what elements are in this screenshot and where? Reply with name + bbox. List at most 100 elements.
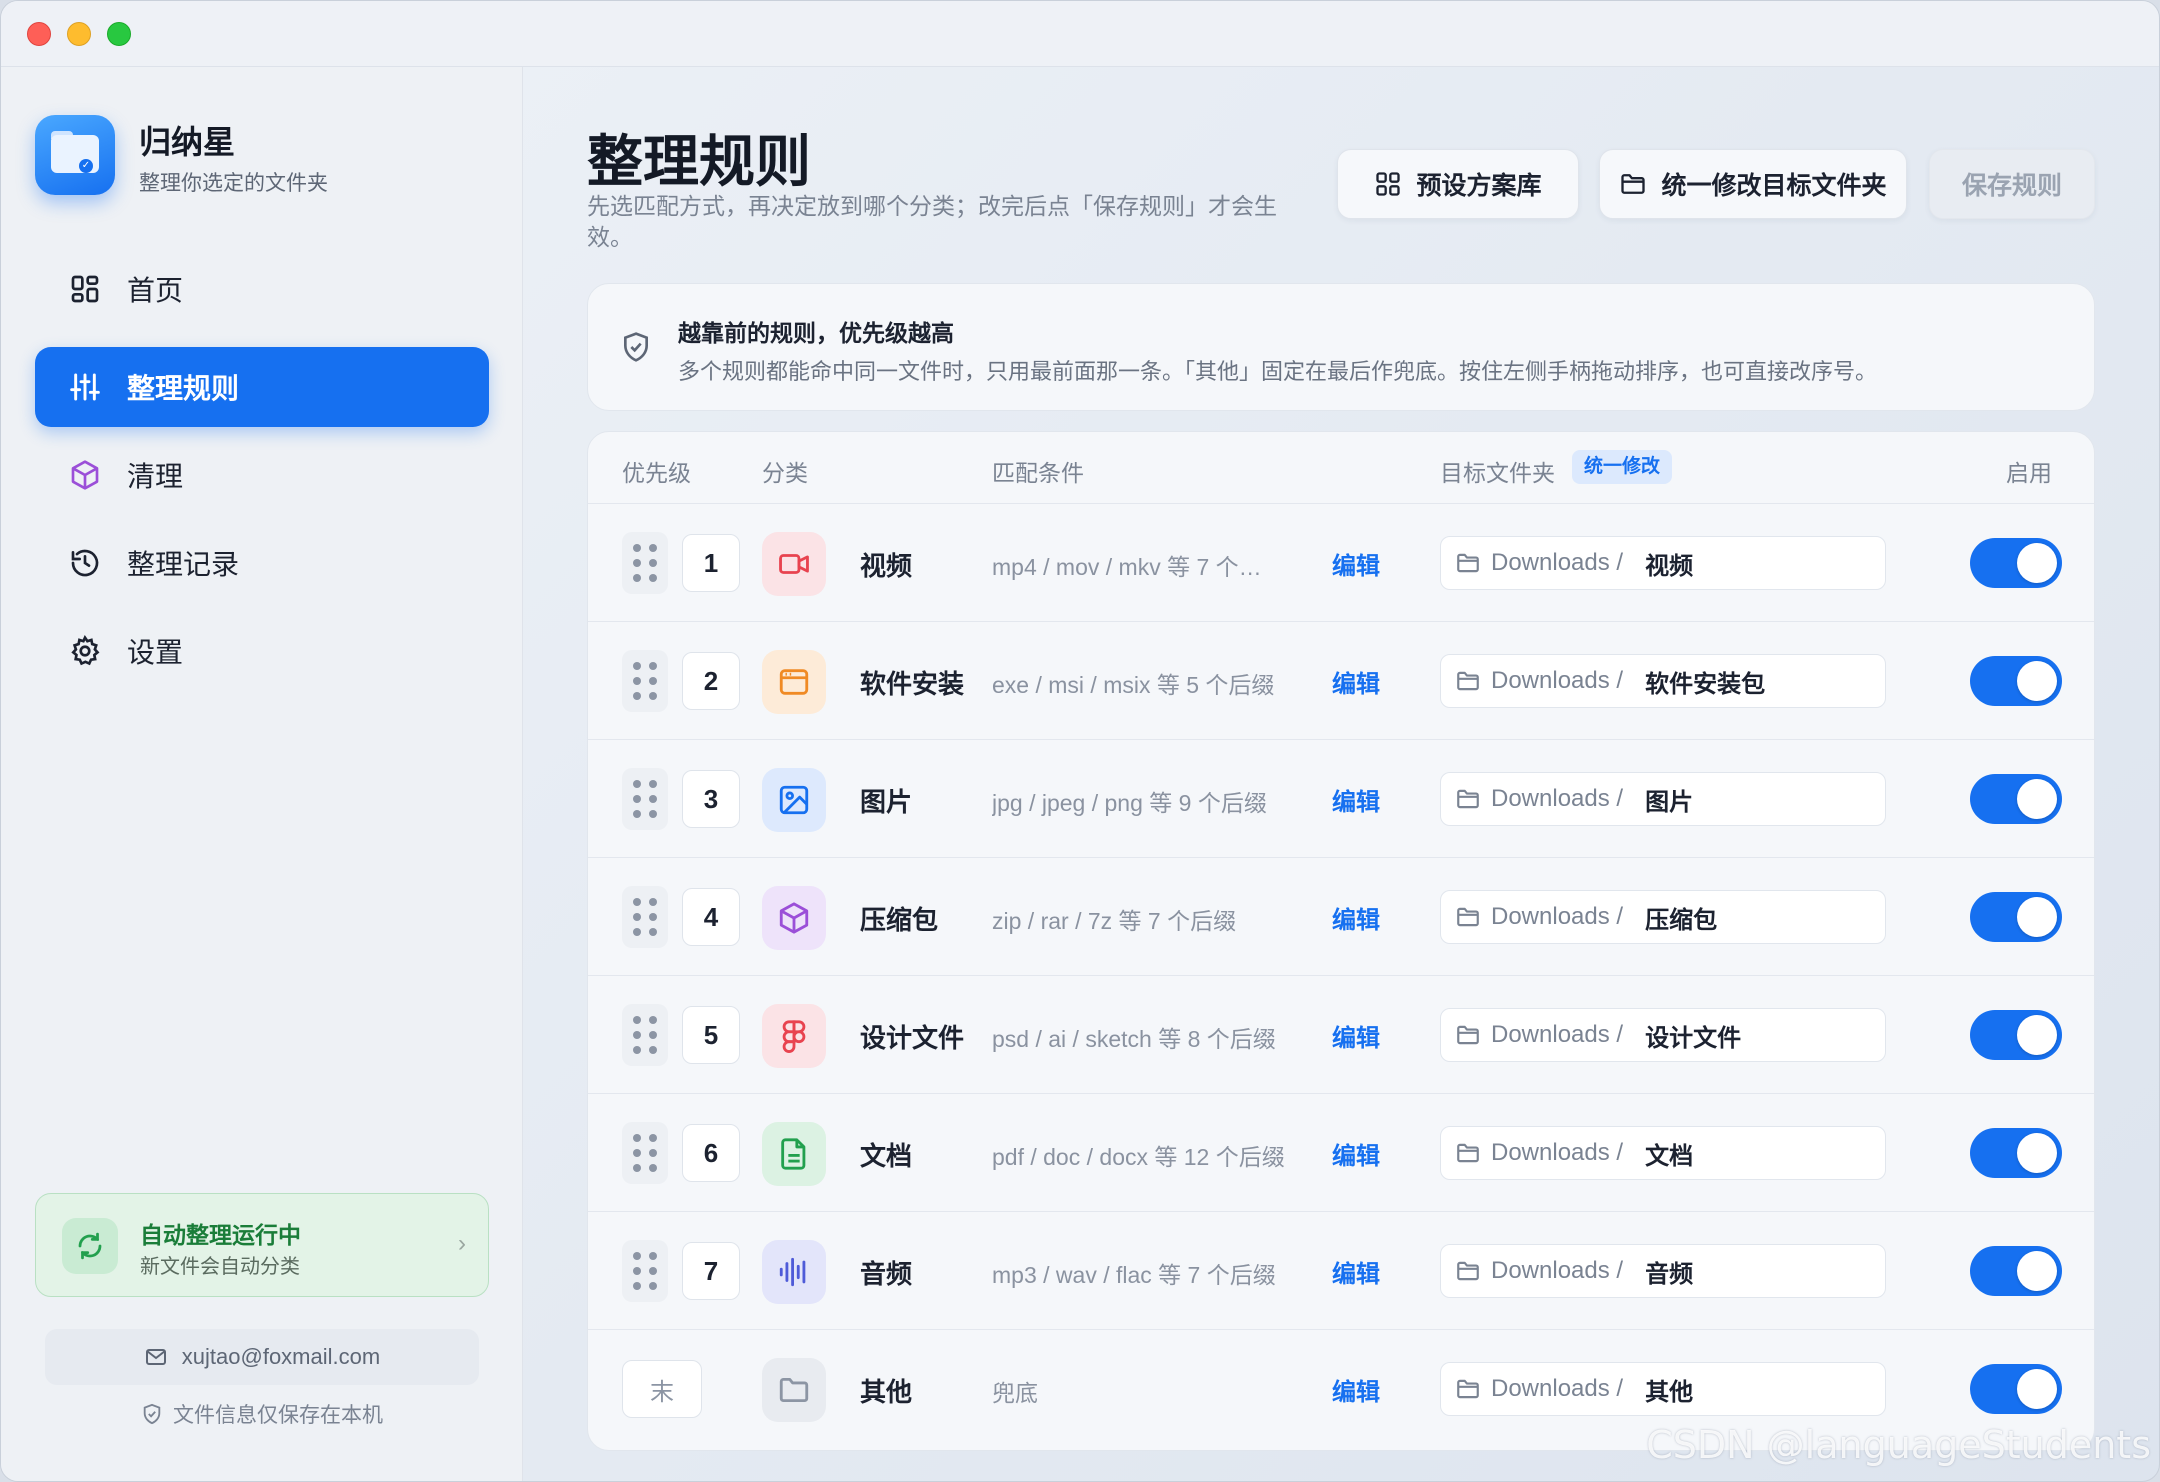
enable-toggle[interactable] [1970, 1246, 2062, 1296]
grid-icon [1374, 170, 1402, 198]
target-folder-name: 图片 [1645, 788, 1694, 816]
unify-target-folder-button[interactable]: 统一修改目标文件夹 [1599, 149, 1907, 219]
category-name: 设计文件 [860, 1023, 965, 1053]
target-folder-name: 压缩包 [1645, 906, 1718, 934]
close-window-button[interactable] [27, 22, 51, 46]
save-rules-button[interactable]: 保存规则 [1929, 149, 2095, 219]
grid-icon [67, 271, 103, 307]
target-folder-field[interactable]: Downloads / 压缩包 [1440, 890, 1886, 944]
nav-item-settings[interactable]: 设置 [35, 611, 489, 691]
category-name: 视频 [860, 551, 913, 581]
drag-handle-icon[interactable] [622, 650, 668, 712]
enable-toggle[interactable] [1970, 1010, 2062, 1060]
target-folder-field[interactable]: Downloads / 视频 [1440, 536, 1886, 590]
drag-handle-icon[interactable] [622, 532, 668, 594]
column-category: 分类 [762, 460, 808, 486]
preset-library-button[interactable]: 预设方案库 [1337, 149, 1579, 219]
nav-label: 首页 [127, 275, 184, 306]
table-row: 5 设计文件 psd / ai / sketch 等 8 个后缀 编辑 Down… [588, 976, 2094, 1094]
enable-toggle[interactable] [1970, 1364, 2062, 1414]
shield-check-icon [620, 330, 652, 369]
drag-handle-icon[interactable] [622, 1004, 668, 1066]
target-path: Downloads / [1491, 1139, 1624, 1166]
folder-icon [1455, 1258, 1481, 1284]
priority-input[interactable]: 7 [682, 1242, 740, 1300]
edit-condition-link[interactable]: 编辑 [1332, 1018, 1380, 1053]
nav-label: 整理记录 [127, 549, 240, 580]
folder-icon [1455, 1022, 1481, 1048]
folder-icon [1455, 1140, 1481, 1166]
priority-input[interactable]: 6 [682, 1124, 740, 1182]
priority-info-card: 越靠前的规则，优先级越高 多个规则都能命中同一文件时，只用最前面那一条。「其他」… [587, 283, 2095, 411]
column-target: 目标文件夹 [1440, 460, 1555, 486]
category-name: 文档 [860, 1141, 913, 1171]
target-folder-field[interactable]: Downloads / 其他 [1440, 1362, 1886, 1416]
target-path: Downloads / [1491, 1375, 1624, 1402]
edit-condition-link[interactable]: 编辑 [1332, 1372, 1380, 1407]
info-text: 多个规则都能命中同一文件时，只用最前面那一条。「其他」固定在最后作兜底。按住左侧… [678, 359, 1878, 384]
target-folder-field[interactable]: Downloads / 音频 [1440, 1244, 1886, 1298]
target-path: Downloads / [1491, 903, 1624, 930]
app-window: ✓ 归纳星 整理你选定的文件夹 首页 整理规则 清理 整理记录 设置 自动整理运… [0, 0, 2160, 1482]
drag-handle-icon[interactable] [622, 1240, 668, 1302]
auto-organize-status-card[interactable]: 自动整理运行中 新文件会自动分类 › [35, 1193, 489, 1297]
folder-open-icon [1619, 170, 1647, 198]
match-condition: mp3 / wav / flac 等 7 个后缀 [992, 1262, 1276, 1288]
nav-item-history[interactable]: 整理记录 [35, 523, 489, 603]
priority-input: 末 [622, 1360, 702, 1418]
edit-condition-link[interactable]: 编辑 [1332, 1254, 1380, 1289]
table-row: 4 压缩包 zip / rar / 7z 等 7 个后缀 编辑 Download… [588, 858, 2094, 976]
document-icon [762, 1122, 826, 1186]
minimize-window-button[interactable] [67, 22, 91, 46]
folder-icon [1455, 550, 1481, 576]
enable-toggle[interactable] [1970, 774, 2062, 824]
column-enabled: 启用 [2006, 460, 2052, 486]
local-note-text: 文件信息仅保存在本机 [173, 1404, 383, 1427]
enable-toggle[interactable] [1970, 1128, 2062, 1178]
edit-condition-link[interactable]: 编辑 [1332, 546, 1380, 581]
page-title: 整理规则 [587, 130, 811, 193]
button-label: 统一修改目标文件夹 [1661, 172, 1887, 200]
target-folder-field[interactable]: Downloads / 图片 [1440, 772, 1886, 826]
match-condition: jpg / jpeg / png 等 9 个后缀 [992, 790, 1267, 816]
enable-toggle[interactable] [1970, 656, 2062, 706]
account-email[interactable]: xujtao@foxmail.com [45, 1329, 479, 1385]
target-folder-field[interactable]: Downloads / 设计文件 [1440, 1008, 1886, 1062]
drag-handle-icon[interactable] [622, 768, 668, 830]
status-title: 自动整理运行中 [140, 1222, 301, 1248]
priority-input[interactable]: 3 [682, 770, 740, 828]
nav-item-home[interactable]: 首页 [35, 249, 489, 329]
drag-handle-icon[interactable] [622, 886, 668, 948]
column-condition: 匹配条件 [992, 460, 1084, 486]
priority-input[interactable]: 2 [682, 652, 740, 710]
edit-condition-link[interactable]: 编辑 [1332, 900, 1380, 935]
priority-input[interactable]: 4 [682, 888, 740, 946]
app-name: 归纳星 [139, 124, 236, 160]
enable-toggle[interactable] [1970, 538, 2062, 588]
nav-label: 设置 [127, 637, 184, 668]
zoom-window-button[interactable] [107, 22, 131, 46]
target-folder-name: 音频 [1645, 1260, 1694, 1288]
edit-condition-link[interactable]: 编辑 [1332, 1136, 1380, 1171]
category-name: 软件安装 [860, 669, 965, 699]
edit-condition-link[interactable]: 编辑 [1332, 782, 1380, 817]
edit-condition-link[interactable]: 编辑 [1332, 664, 1380, 699]
drag-handle-icon[interactable] [622, 1122, 668, 1184]
audio-wave-icon [762, 1240, 826, 1304]
package-icon [762, 886, 826, 950]
priority-input[interactable]: 5 [682, 1006, 740, 1064]
folder-icon [1455, 904, 1481, 930]
nav-item-cleanup[interactable]: 清理 [35, 435, 489, 515]
unify-edit-badge[interactable]: 统一修改 [1572, 450, 1673, 484]
target-path: Downloads / [1491, 549, 1624, 576]
video-icon [762, 532, 826, 596]
nav-item-rules[interactable]: 整理规则 [35, 347, 489, 427]
status-subtitle: 新文件会自动分类 [140, 1256, 300, 1278]
enable-toggle[interactable] [1970, 892, 2062, 942]
target-folder-field[interactable]: Downloads / 软件安装包 [1440, 654, 1886, 708]
target-folder-field[interactable]: Downloads / 文档 [1440, 1126, 1886, 1180]
target-path: Downloads / [1491, 1257, 1624, 1284]
button-label: 预设方案库 [1416, 172, 1542, 200]
category-name: 图片 [860, 787, 913, 817]
priority-input[interactable]: 1 [682, 534, 740, 592]
